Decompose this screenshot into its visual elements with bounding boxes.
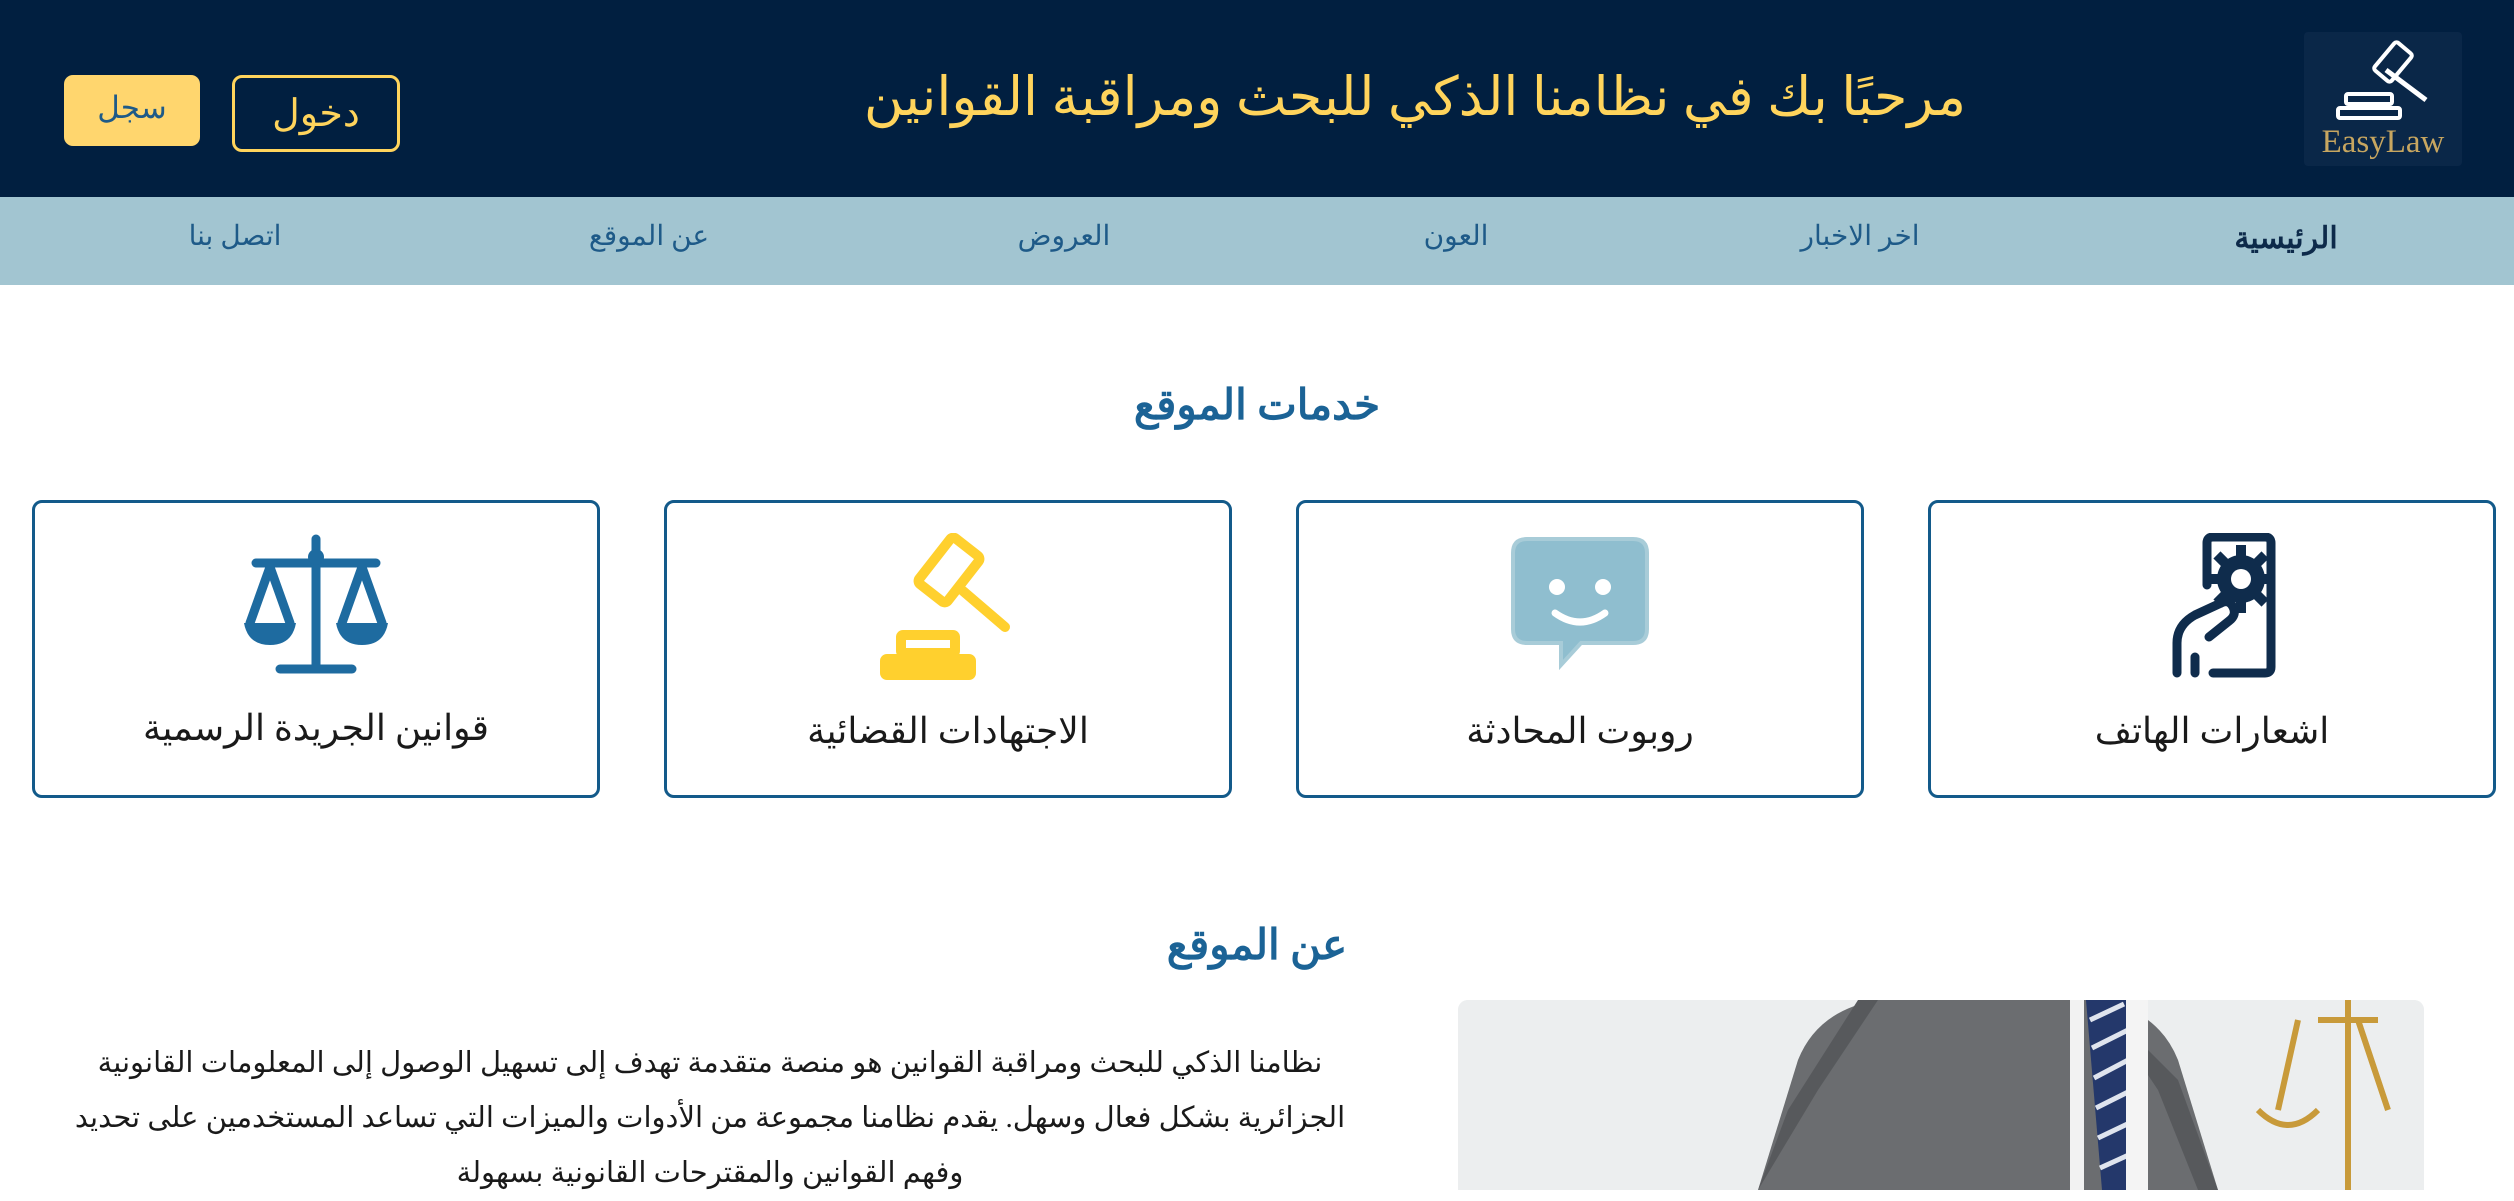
- lawyer-photo-illustration: [1458, 1000, 2424, 1190]
- about-line: وفهم القوانين والمقترحات القانونية بسهول…: [456, 1157, 964, 1189]
- service-card-label: اشعارات الهاتف: [2094, 711, 2330, 751]
- scales-of-justice-icon: [244, 534, 388, 674]
- about-description: نظامنا الذكي للبحث ومراقبة القوانين هو م…: [70, 1036, 1350, 1201]
- nav-item-home[interactable]: الرئيسية: [2234, 221, 2337, 256]
- login-button[interactable]: دخول: [232, 75, 400, 152]
- lawyer-photo: [1458, 1000, 2424, 1190]
- nav-item-contact[interactable]: اتصل بنا: [189, 219, 282, 253]
- about-line: الجزائرية بشكل فعال وسهل. يقدم نظامنا مج…: [74, 1102, 1346, 1134]
- about-title: عن الموقع: [1166, 923, 1348, 969]
- service-card-label: روبوت المحادثة: [1466, 711, 1694, 751]
- gavel-logo-icon: [2336, 40, 2428, 120]
- service-card-official-gazette[interactable]: قوانين الجريدة الرسمية: [32, 500, 600, 798]
- welcome-title: مرحبًا بك في نظامنا الذكي للبحث ومراقبة …: [863, 67, 1967, 127]
- gavel-icon: [880, 533, 1010, 680]
- nav-item-latest-news[interactable]: اخر الاخبار: [1800, 219, 1919, 253]
- about-line: نظامنا الذكي للبحث ومراقبة القوانين هو م…: [97, 1047, 1323, 1079]
- nav-item-help[interactable]: العون: [1424, 219, 1489, 253]
- service-card-judicial-rulings[interactable]: الاجتهادات القضائية: [664, 500, 1232, 798]
- service-card-label: قوانين الجريدة الرسمية: [143, 708, 489, 748]
- main-navigation: الرئيسية اخر الاخبار العون العروض عن الم…: [0, 197, 2514, 285]
- chatbot-icon: [1511, 537, 1649, 671]
- services-title: خدمات الموقع: [1133, 383, 1381, 429]
- phone-notification-gear-icon: [2172, 533, 2276, 678]
- nav-item-offers[interactable]: العروض: [1018, 219, 1111, 253]
- site-header: EasyLaw مرحبًا بك في نظامنا الذكي للبحث …: [0, 0, 2514, 197]
- service-card-phone-notifications[interactable]: اشعارات الهاتف: [1928, 500, 2496, 798]
- nav-item-about[interactable]: عن الموقع: [589, 219, 709, 253]
- register-button[interactable]: سجل: [64, 75, 200, 146]
- service-card-chatbot[interactable]: روبوت المحادثة: [1296, 500, 1864, 798]
- easylaw-logo[interactable]: EasyLaw: [2304, 32, 2462, 166]
- logo-text: EasyLaw: [2321, 124, 2445, 160]
- service-card-label: الاجتهادات القضائية: [807, 711, 1089, 751]
